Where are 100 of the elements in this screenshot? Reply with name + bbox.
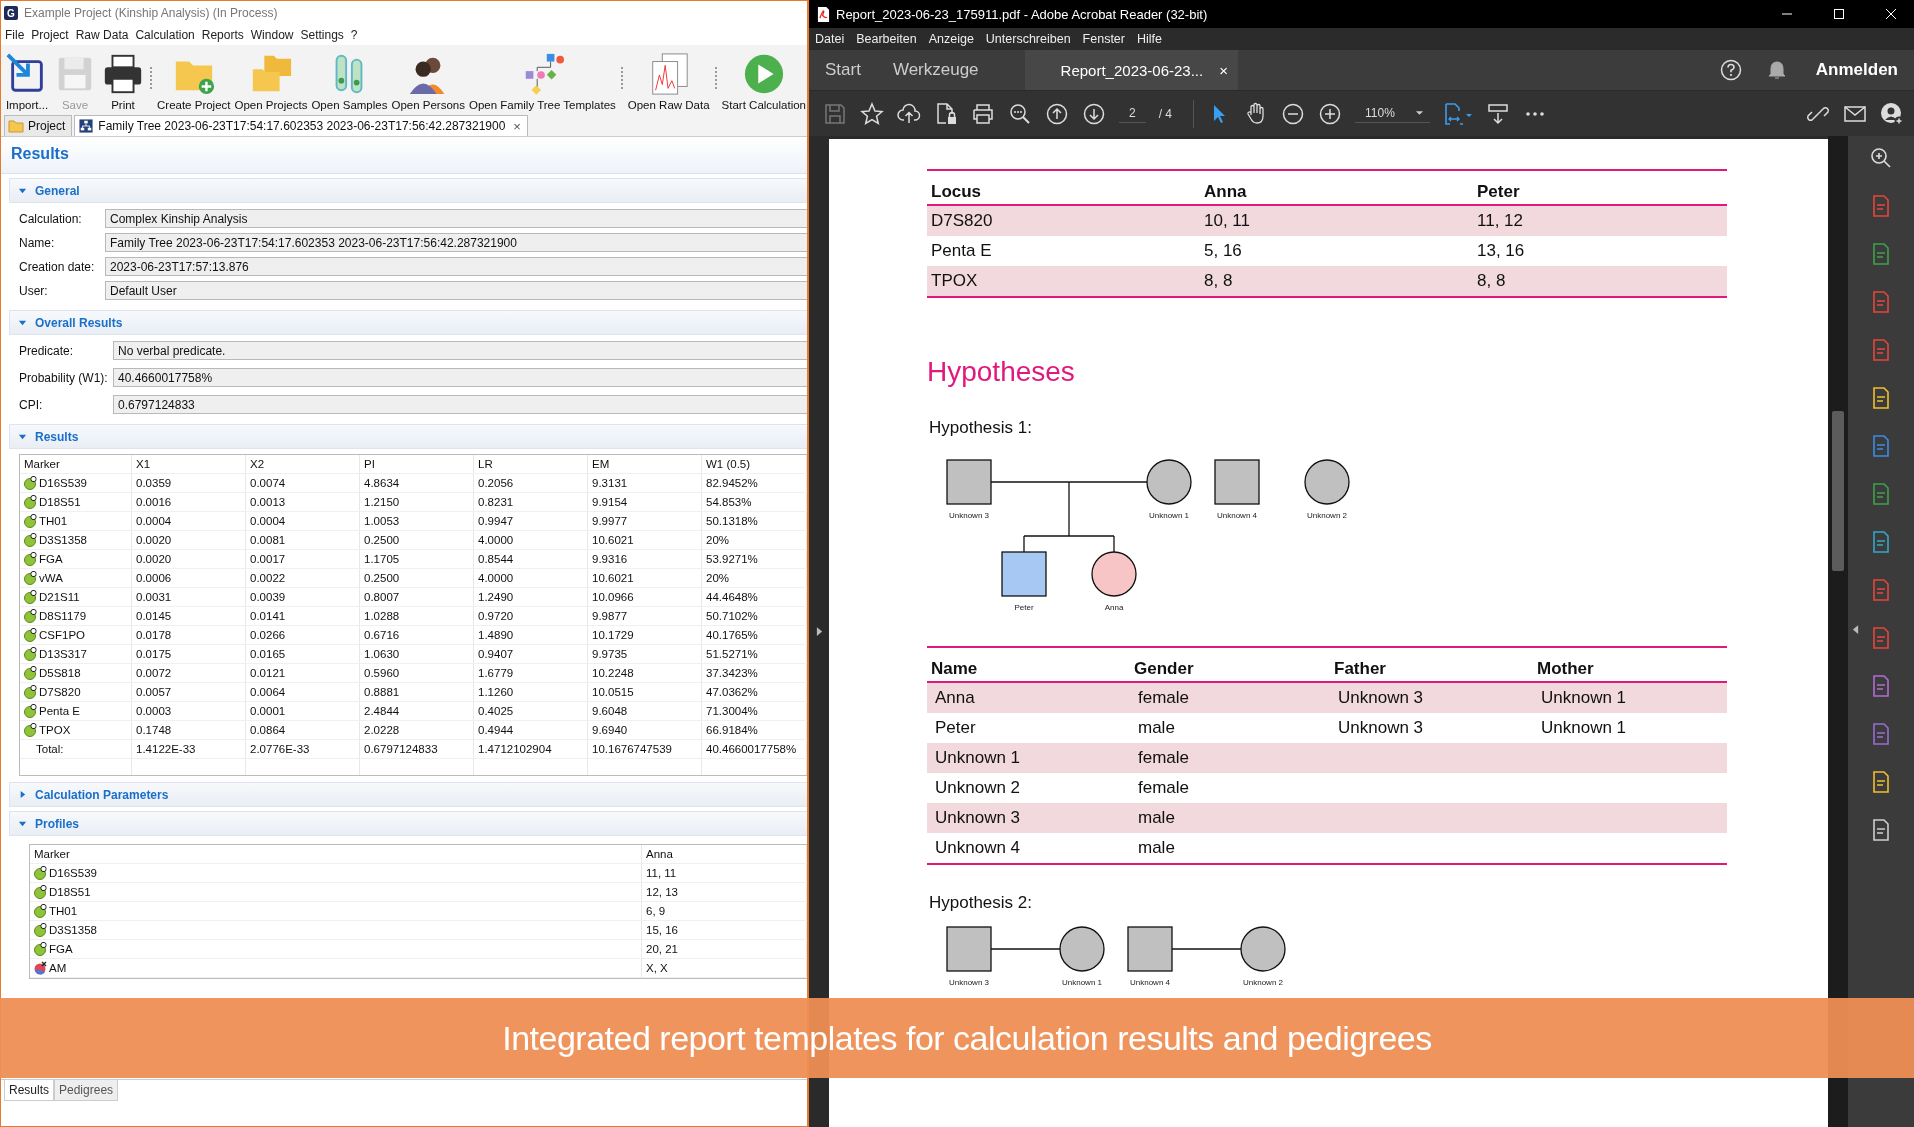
read-only-field[interactable]: Family Tree 2023-06-23T17:54:17.602353 2023-06-23T17:56:42.287321900: [105, 233, 807, 252]
column-header[interactable]: LR: [474, 455, 588, 473]
scrollbar[interactable]: [1828, 136, 1848, 1127]
save-icon[interactable]: [823, 101, 847, 126]
app-tab[interactable]: Start: [809, 50, 877, 90]
menu-item[interactable]: Datei: [815, 32, 845, 46]
collapse-panel-icon[interactable]: [1852, 624, 1859, 635]
field-label: Creation date:: [19, 259, 96, 274]
editor-tab[interactable]: Family Tree 2023-06-23T17:54:17.602353 2023-06-23T17:56:42.287321900 ×: [74, 115, 528, 136]
menu-item[interactable]: Reports: [201, 28, 244, 42]
sign-in-button[interactable]: Anmelden: [1815, 60, 1898, 80]
section-header[interactable]: Calculation Parameters: [9, 782, 807, 807]
column-header[interactable]: X1: [132, 455, 246, 473]
table-cell: 82.9452%: [706, 477, 758, 489]
add-user-icon[interactable]: [1880, 101, 1904, 126]
toolbar-button[interactable]: Open Projects: [232, 52, 310, 111]
table-cell: 0.8544: [478, 553, 514, 565]
table-cell: 0.0020: [136, 534, 172, 546]
section-header[interactable]: Overall Results: [9, 310, 807, 335]
app-tab[interactable]: Werkzeuge: [876, 50, 995, 90]
close-icon[interactable]: [1885, 8, 1897, 20]
read-only-field[interactable]: 2023-06-23T17:57:13.876: [105, 257, 807, 276]
expand-panel-icon[interactable]: [815, 626, 823, 637]
view-tab[interactable]: Results: [4, 1080, 54, 1101]
app-tab[interactable]: Report_2023-06-23... ×: [1024, 50, 1238, 90]
table-cell: 1.1260: [478, 686, 514, 698]
previous-page-icon[interactable]: [1045, 101, 1069, 126]
column-header[interactable]: W1 (0.5): [702, 455, 807, 473]
view-tab[interactable]: Pedigrees: [54, 1080, 119, 1101]
help-icon[interactable]: [1719, 59, 1742, 81]
zoom-out-icon[interactable]: [1281, 101, 1306, 126]
menu-item[interactable]: Hilfe: [1137, 32, 1162, 46]
read-only-field[interactable]: 0.6797124833: [113, 395, 807, 414]
column-header[interactable]: Anna: [642, 845, 807, 863]
editor-tab[interactable]: Project: [4, 115, 73, 136]
toolbar-button[interactable]: Start Calculation: [719, 52, 807, 111]
toolbar-button[interactable]: Open Raw Data: [625, 52, 712, 111]
column-header: Father: [1333, 659, 1387, 679]
table-cell: 2.4844: [364, 705, 400, 717]
fit-width-icon[interactable]: [1442, 101, 1473, 126]
toolbar-button[interactable]: Import...: [3, 52, 51, 111]
table-cell-text: 8, 8: [1476, 271, 1507, 291]
read-only-field[interactable]: Complex Kinship Analysis: [105, 209, 807, 228]
toolbar-button[interactable]: Open Persons: [389, 52, 467, 111]
total-cell: 1.4122E-33: [136, 743, 196, 755]
marker-icon: [34, 885, 48, 899]
column-header[interactable]: Marker: [30, 845, 642, 863]
column-header[interactable]: PI: [360, 455, 474, 473]
table-cell: D16S539: [49, 867, 97, 879]
menu-item[interactable]: File: [5, 28, 25, 42]
read-only-field[interactable]: 40.4660017758%: [113, 368, 807, 387]
table-cell: 15, 16: [646, 924, 678, 936]
menu-item[interactable]: Calculation: [135, 28, 195, 42]
table-cell-text: 5, 16: [1203, 241, 1243, 261]
search-icon[interactable]: [1008, 101, 1032, 126]
menu-item[interactable]: Unterschreiben: [985, 32, 1071, 46]
menu-item[interactable]: Fenster: [1082, 32, 1125, 46]
file-lock-icon[interactable]: [934, 101, 958, 126]
scroll-thumb[interactable]: [1832, 411, 1844, 571]
table-cell: 9.9735: [592, 648, 628, 660]
menu-item[interactable]: Anzeige: [928, 32, 974, 46]
menu-item[interactable]: ?: [350, 28, 358, 42]
page-number-field[interactable]: 2: [1119, 104, 1146, 123]
marker-icon: [24, 628, 38, 642]
close-tab-button[interactable]: ×: [513, 118, 521, 134]
column-header[interactable]: EM: [588, 455, 702, 473]
menu-item[interactable]: Raw Data: [75, 28, 129, 42]
table-cell: D7S820: [39, 686, 81, 698]
toolbar-button[interactable]: Open Samples: [309, 52, 390, 111]
column-header[interactable]: X2: [246, 455, 360, 473]
table-cell: TH01: [49, 905, 78, 917]
scroll-mode-icon[interactable]: [1485, 101, 1510, 126]
section-header[interactable]: Profiles: [9, 811, 807, 836]
table-cell-text: Unknown 1: [1540, 718, 1627, 737]
next-page-icon[interactable]: [1082, 101, 1106, 126]
menu-item[interactable]: Window: [250, 28, 294, 42]
star-icon[interactable]: [860, 101, 884, 126]
menu-item[interactable]: Bearbeiten: [856, 32, 917, 46]
section-header[interactable]: Results: [9, 424, 807, 449]
toolbar-button[interactable]: Create Project: [155, 52, 233, 111]
column-header[interactable]: Marker: [20, 455, 132, 473]
zoom-icon[interactable]: [1869, 146, 1893, 170]
table-cell: 0.8231: [478, 496, 514, 508]
read-only-field[interactable]: No verbal predicate.: [113, 341, 807, 360]
zoom-dropdown[interactable]: 110%: [1355, 104, 1430, 123]
maximize-icon[interactable]: [1833, 8, 1845, 20]
menu-item[interactable]: Settings: [300, 28, 344, 42]
person-label: Unknown 2: [1243, 978, 1283, 987]
table-cell: 40.1765%: [706, 629, 758, 641]
cloud-upload-icon[interactable]: [897, 101, 921, 126]
menu-item[interactable]: Project: [31, 28, 69, 42]
print-icon[interactable]: [971, 101, 995, 126]
section-header[interactable]: General: [9, 178, 807, 203]
zoom-in-icon[interactable]: [1318, 101, 1343, 126]
person-label: Unknown 4: [1217, 511, 1257, 520]
toolbar-button[interactable]: Print: [99, 52, 147, 111]
person-label: Unknown 3: [949, 511, 989, 520]
read-only-field[interactable]: Default User: [105, 281, 807, 300]
toolbar-button[interactable]: Open Family Tree Templates: [467, 52, 618, 111]
table-cell: D8S1179: [39, 610, 87, 622]
